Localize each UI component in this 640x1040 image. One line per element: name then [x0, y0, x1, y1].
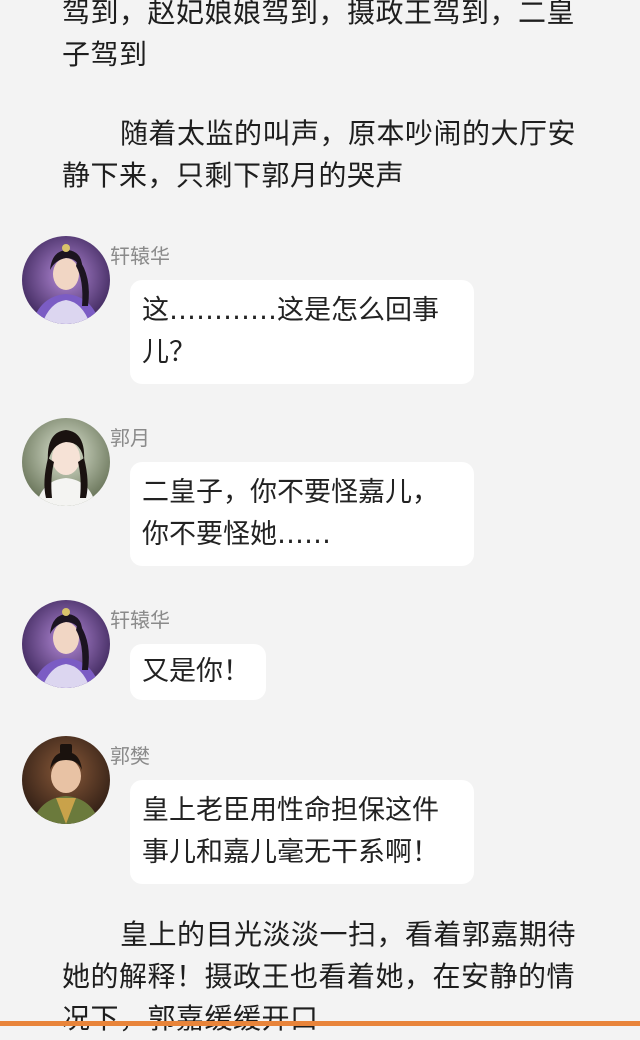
message-text: 又是你！: [142, 656, 250, 687]
message-text: 你不要怪她……: [142, 519, 331, 550]
sender-name: 郭月: [110, 426, 150, 450]
message-text: 皇上老臣用性命担保这件: [142, 795, 439, 826]
message-bubble[interactable]: 皇上老臣用性命担保这件 事儿和嘉儿毫无干系啊！: [130, 780, 474, 884]
avatar-guoyue-icon[interactable]: [22, 418, 110, 506]
message-text: 二皇子，你不要怪嘉儿，: [142, 477, 439, 508]
avatar-guofan-icon[interactable]: [22, 736, 110, 824]
narration-line: 静下来，只剩下郭月的哭声: [62, 159, 405, 192]
chat-message: 轩辕华 这…………这是怎么回事 儿？: [22, 236, 482, 384]
message-text: 儿？: [142, 337, 196, 368]
bottom-accent-bar: [0, 1021, 640, 1026]
message-text: 事儿和嘉儿毫无干系啊！: [142, 837, 439, 868]
message-bubble[interactable]: 这…………这是怎么回事 儿？: [130, 280, 474, 384]
avatar-xuanyuanhua-icon[interactable]: [22, 236, 110, 324]
chat-message: 郭樊 皇上老臣用性命担保这件 事儿和嘉儿毫无干系啊！: [22, 736, 482, 884]
message-bubble[interactable]: 二皇子，你不要怪嘉儿， 你不要怪她……: [130, 462, 474, 566]
narration-line: 况下，郭嘉缓缓开口: [62, 1002, 319, 1035]
message-text: 这…………这是怎么回事: [142, 295, 439, 326]
message-bubble[interactable]: 又是你！: [130, 644, 266, 700]
narration-paragraph-1: 驾到，赵妃娘娘驾到，摄政王驾到，二皇 子驾到: [62, 0, 592, 76]
narration-line: 随着太监的叫声，原本吵闹的大厅安: [120, 117, 577, 150]
chat-message: 郭月 二皇子，你不要怪嘉儿， 你不要怪她……: [22, 418, 482, 566]
narration-line: 她的解释！摄政王也看着她，在安静的情: [62, 960, 576, 993]
narration-line: 皇上的目光淡淡一扫，看着郭嘉期待: [120, 918, 577, 951]
avatar-xuanyuanhua-icon[interactable]: [22, 600, 110, 688]
chat-message: 轩辕华 又是你！: [22, 600, 322, 704]
sender-name: 郭樊: [110, 744, 150, 768]
sender-name: 轩辕华: [110, 608, 170, 632]
narration-line: 驾到，赵妃娘娘驾到，摄政王驾到，二皇: [62, 0, 576, 29]
sender-name: 轩辕华: [110, 244, 170, 268]
narration-paragraph-2: 随着太监的叫声，原本吵闹的大厅安 静下来，只剩下郭月的哭声: [62, 113, 592, 197]
narration-line: 子驾到: [62, 38, 148, 71]
